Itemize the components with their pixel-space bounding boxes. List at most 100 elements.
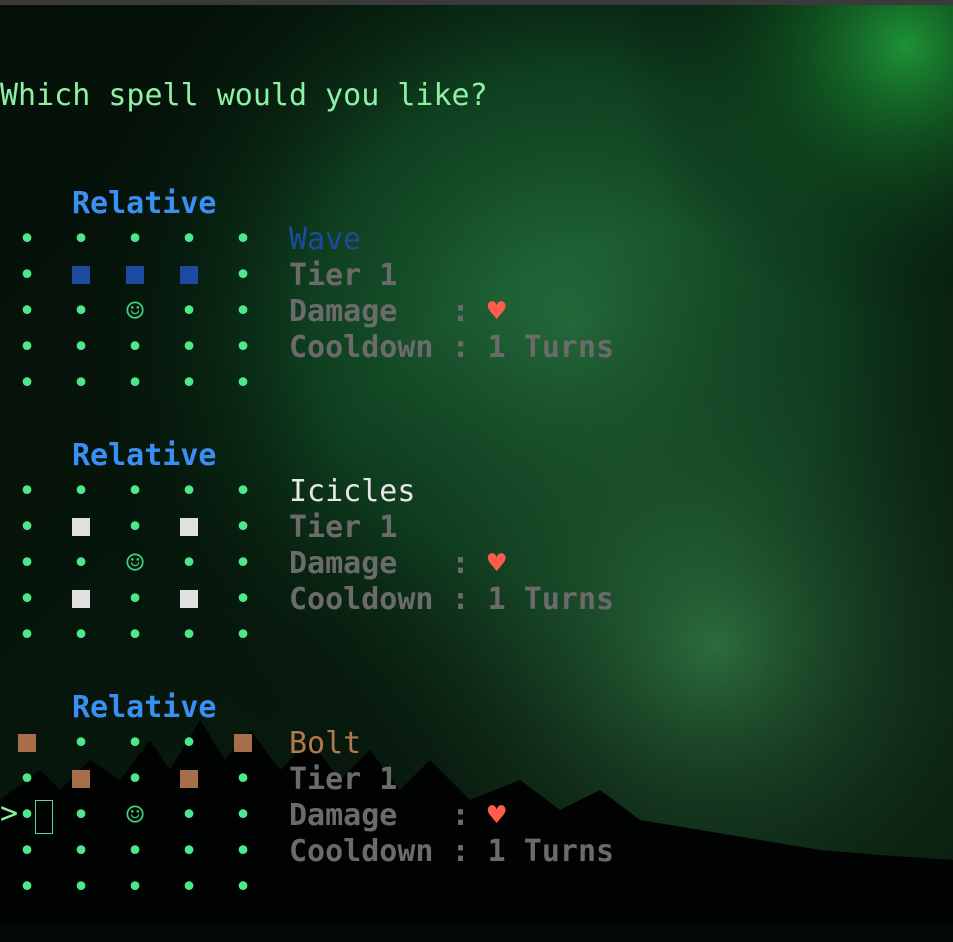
terminal-output: Which spell would you like? Relative • • • •… xyxy=(0,6,614,942)
empty-cell-dot: • xyxy=(71,618,91,653)
heart-icon: ♥ xyxy=(469,798,506,833)
spell-tier: Tier 1 xyxy=(289,510,398,545)
empty-cell-dot: • xyxy=(125,870,145,905)
spell-grid-row: • • ☺ • • Damage : ♥ xyxy=(0,294,506,330)
empty-cell-dot: • xyxy=(125,582,145,617)
spell-tier: Tier 1 xyxy=(289,258,398,293)
spell-block[interactable]: Relative • • • • • Icicles • • • Tier 1 • • ☺ • • Damage… xyxy=(0,438,614,690)
spell-mode-line: Relative xyxy=(0,690,488,726)
spell-damage: Damage : ♥ xyxy=(289,798,506,833)
spell-mode-line: Relative xyxy=(0,438,488,474)
target-tile-square xyxy=(72,589,90,608)
spell-grid-row: • • • • • xyxy=(0,870,488,906)
spell-mode-label: Relative xyxy=(72,438,217,473)
spell-cooldown: Cooldown : 1 Turns xyxy=(289,582,615,617)
empty-cell-dot: • xyxy=(125,330,145,365)
empty-cell-dot: • xyxy=(179,474,199,509)
spell-grid-row: • • • • • Cooldown : 1 Turns xyxy=(0,834,614,870)
empty-cell-dot: • xyxy=(233,330,253,365)
empty-cell-dot: • xyxy=(179,330,199,365)
spell-grid-row: • • ☺ • • Damage : ♥ xyxy=(0,546,506,582)
empty-cell-dot: • xyxy=(17,870,37,905)
empty-cell-dot: • xyxy=(233,222,253,257)
empty-cell-dot: • xyxy=(17,330,37,365)
target-tile xyxy=(108,258,162,294)
target-tile xyxy=(162,510,216,546)
empty-cell-dot: • xyxy=(233,258,253,293)
target-tile-square xyxy=(234,733,252,752)
player-icon: ☺ xyxy=(125,294,145,329)
empty-cell-dot: • xyxy=(179,546,199,581)
empty-cell-dot: • xyxy=(71,330,91,365)
empty-cell-dot: • xyxy=(233,618,253,653)
empty-cell-dot: • xyxy=(233,870,253,905)
empty-cell-dot: • xyxy=(179,726,199,761)
spell-block[interactable]: Relative • • • • • Wave • • Tier 1 • • ☺ • • Damage : ♥… xyxy=(0,186,614,438)
target-tile xyxy=(54,258,108,294)
player-icon: ☺ xyxy=(125,798,145,833)
text-cursor[interactable] xyxy=(35,800,53,834)
target-tile-square xyxy=(180,769,198,788)
empty-cell-dot: • xyxy=(71,726,91,761)
empty-cell-dot: • xyxy=(179,222,199,257)
spell-grid-row: • • • Tier 1 xyxy=(0,762,488,798)
empty-cell-dot: • xyxy=(17,618,37,653)
spell-grid-row: • • • • • Icicles xyxy=(0,474,488,510)
empty-cell-dot: • xyxy=(233,546,253,581)
empty-cell-dot: • xyxy=(17,762,37,797)
empty-cell-dot: • xyxy=(125,618,145,653)
spell-name: Bolt xyxy=(289,726,362,761)
heart-icon: ♥ xyxy=(469,546,506,581)
empty-cell-dot: • xyxy=(125,726,145,761)
empty-cell-dot: • xyxy=(179,618,199,653)
player-icon: ☺ xyxy=(125,546,145,581)
target-tile xyxy=(54,510,108,546)
spell-grid-row: • • • • • Wave xyxy=(0,222,488,258)
empty-cell-dot: • xyxy=(233,294,253,329)
empty-cell-dot: • xyxy=(179,366,199,401)
empty-cell-dot: • xyxy=(71,870,91,905)
target-tile xyxy=(0,726,54,762)
empty-cell-dot: • xyxy=(179,870,199,905)
spell-name: Icicles xyxy=(289,474,416,509)
empty-cell-dot: • xyxy=(233,474,253,509)
empty-cell-dot: • xyxy=(233,510,253,545)
target-tile xyxy=(54,582,108,618)
spell-grid-row: • • • Cooldown : 1 Turns xyxy=(0,582,614,618)
target-tile-square xyxy=(180,265,198,284)
window-top-bar xyxy=(0,0,953,5)
target-tile-square xyxy=(18,733,36,752)
spell-damage: Damage : ♥ xyxy=(289,546,506,581)
empty-cell-dot: • xyxy=(71,222,91,257)
empty-cell-dot: • xyxy=(233,762,253,797)
empty-cell-dot: • xyxy=(17,366,37,401)
target-tile-square xyxy=(72,265,90,284)
spell-grid-row: • • • • • xyxy=(0,618,488,654)
empty-cell-dot: • xyxy=(17,474,37,509)
spell-question: Which spell would you like? xyxy=(0,78,488,113)
spell-grid-row: • • ☺ • • Damage : ♥ xyxy=(0,798,506,834)
empty-cell-dot: • xyxy=(71,366,91,401)
empty-cell-dot: • xyxy=(17,510,37,545)
empty-cell-dot: • xyxy=(125,366,145,401)
empty-cell-dot: • xyxy=(71,834,91,869)
spell-grid-row: • • • • • xyxy=(0,366,488,402)
spell-name: Wave xyxy=(289,222,362,257)
empty-cell-dot: • xyxy=(17,582,37,617)
empty-cell-dot: • xyxy=(233,834,253,869)
empty-cell-dot: • xyxy=(17,546,37,581)
empty-cell-dot: • xyxy=(71,474,91,509)
empty-cell-dot: • xyxy=(17,834,37,869)
spell-grid-row: • • Tier 1 xyxy=(0,258,488,294)
empty-cell-dot: • xyxy=(179,294,199,329)
spell-block[interactable]: Relative • • • Bolt • • • Tier 1 • • ☺ • • Damage : ♥ •… xyxy=(0,690,614,906)
target-tile xyxy=(54,762,108,798)
empty-cell-dot: • xyxy=(179,834,199,869)
empty-cell-dot: • xyxy=(125,762,145,797)
spell-damage: Damage : ♥ xyxy=(289,294,506,329)
target-tile-square xyxy=(126,265,144,284)
empty-cell-dot: • xyxy=(233,798,253,833)
spell-mode-label: Relative xyxy=(72,186,217,221)
empty-cell-dot: • xyxy=(125,510,145,545)
